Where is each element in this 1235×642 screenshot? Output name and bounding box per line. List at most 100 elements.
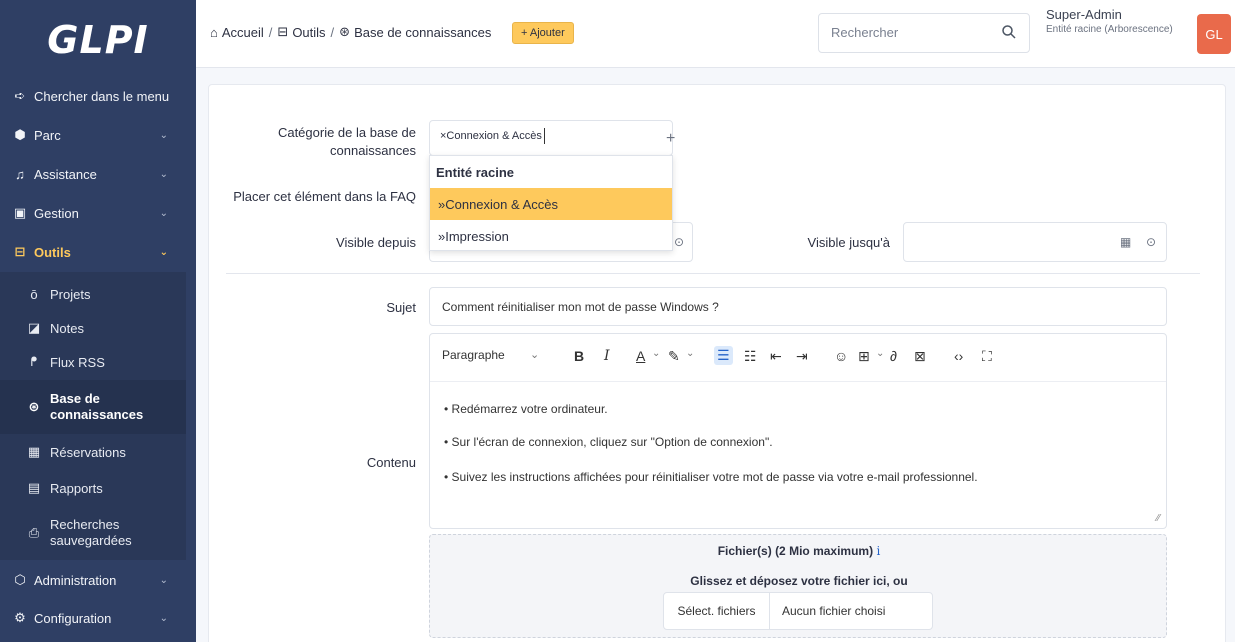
label-line-1: Base de	[50, 391, 100, 406]
category-tag[interactable]: ×Connexion & Accès	[440, 130, 542, 142]
add-button[interactable]: + Ajouter	[512, 22, 574, 44]
chevron-down-icon: ⌄	[159, 207, 168, 219]
sidebar-item-configuration[interactable]: ⚙ Configuration ⌄	[0, 600, 196, 636]
home-icon: ⌂	[210, 24, 218, 40]
sidebar-item-gestion[interactable]: ▣ Gestion ⌄	[0, 195, 196, 231]
sidebar-item-recherches-sauvegardees[interactable]: ⎙ Recherches sauvegardées	[0, 506, 186, 560]
sidebar-item-reservations[interactable]: ▦ Réservations	[0, 434, 186, 470]
breadcrumb-accueil[interactable]: Accueil	[222, 25, 264, 40]
format-select[interactable]: Paragraphe	[442, 348, 505, 362]
global-search	[818, 13, 1030, 53]
text-color-icon[interactable]: A	[636, 348, 645, 364]
visible-from-label: Visible depuis	[336, 235, 416, 250]
numbered-list-icon[interactable]: ☷	[744, 348, 757, 365]
gear-icon: ⚙	[14, 610, 26, 625]
file-dropzone[interactable]: Fichier(s) (2 Mio maximum) i Glissez et …	[429, 534, 1167, 638]
dropdown-group-header: Entité racine	[436, 165, 515, 180]
visible-until-label: Visible jusqu'à	[807, 235, 890, 250]
sidebar: GLPI ➪ Chercher dans le menu ⬢ Parc ⌄ ♫ …	[0, 0, 196, 642]
dropdown-option[interactable]: »Connexion & Accès	[430, 188, 672, 220]
chevron-down-icon: ⌄	[159, 612, 168, 624]
sidebar-item-base-de-connaissances[interactable]: ⊛ Base de connaissances	[0, 380, 186, 434]
report-icon: ▤	[27, 480, 41, 495]
sidebar-item-outils[interactable]: ⊟ Outils ⌄	[0, 234, 196, 270]
file-input: Sélect. fichiers Aucun fichier choisi	[663, 592, 933, 630]
breadcrumb-base-de-connaissances[interactable]: Base de connaissances	[354, 25, 491, 40]
chevron-down-icon[interactable]: ⌄	[876, 348, 884, 359]
sidebar-item-parc[interactable]: ⬢ Parc ⌄	[0, 117, 196, 153]
indent-icon[interactable]: ⇥	[796, 348, 808, 365]
outdent-icon[interactable]: ⇤	[770, 348, 782, 365]
bookmark-icon: ⎙	[28, 525, 40, 540]
sidebar-item-projets[interactable]: ō Projets	[0, 276, 186, 312]
add-category-icon[interactable]: +	[666, 130, 675, 148]
chevron-down-icon: ⌄	[159, 168, 168, 180]
breadcrumb-separator: /	[330, 24, 335, 40]
sidebar-item-label: Flux RSS	[50, 354, 105, 370]
bold-icon[interactable]: B	[574, 348, 584, 364]
lifebuoy-icon: ⊛	[339, 24, 351, 39]
link-icon[interactable]: ∂	[890, 348, 897, 364]
fullscreen-icon[interactable]: ⛶	[982, 348, 992, 365]
content-line[interactable]: • Redémarrez votre ordinateur.	[444, 402, 608, 416]
faq-label: Placer cet élément dans la FAQ	[233, 189, 416, 204]
search-input[interactable]	[831, 25, 991, 40]
sidebar-item-assistance[interactable]: ♫ Assistance ⌄	[0, 156, 196, 192]
chevron-down-icon[interactable]: ⌄	[530, 348, 539, 361]
user-name: Super-Admin	[1046, 7, 1122, 22]
sidebar-search-menu[interactable]: ➪ Chercher dans le menu	[0, 78, 196, 114]
label-line-2: sauvegardées	[50, 533, 132, 548]
divider	[226, 273, 1200, 274]
note-icon: ◪	[27, 320, 41, 335]
sidebar-item-flux-rss[interactable]: ᖰ Flux RSS	[0, 344, 186, 380]
sidebar-item-label: Configuration	[34, 610, 112, 626]
table-icon[interactable]: ⊞	[858, 348, 870, 365]
dropzone-text: Glissez et déposez votre fichier ici, ou	[690, 574, 908, 588]
user-menu[interactable]: Super-Admin Entité racine (Arborescence)	[1046, 7, 1173, 35]
glpi-logo[interactable]: GLPI	[0, 0, 196, 80]
resize-handle-icon[interactable]: ⁄⁄	[1157, 513, 1160, 524]
clear-icon[interactable]: ⊙	[674, 235, 684, 249]
select-files-button[interactable]: Sélect. fichiers	[664, 593, 770, 629]
chevron-down-icon[interactable]: ⌄	[686, 348, 694, 359]
subject-field[interactable]: Comment réinitialiser mon mot de passe W…	[429, 287, 1167, 326]
chevron-down-icon[interactable]: ⌄	[652, 348, 660, 359]
sidebar-item-label: Chercher dans le menu	[34, 88, 170, 104]
admin-icon: ⬡	[14, 572, 26, 587]
sidebar-item-label: Outils	[34, 244, 71, 260]
category-dropdown: Entité racine »Connexion & Accès »Impres…	[429, 155, 673, 251]
content-line[interactable]: • Suivez les instructions affichées pour…	[444, 470, 978, 484]
sidebar-item-notes[interactable]: ◪ Notes	[0, 310, 186, 346]
emoji-icon[interactable]: ☺	[834, 348, 848, 364]
code-icon[interactable]: ‹›	[954, 348, 963, 364]
search-icon[interactable]	[1001, 24, 1017, 43]
italic-icon[interactable]: I	[604, 348, 610, 364]
calendar-icon[interactable]: ▦	[1120, 235, 1131, 249]
sidebar-submenu-outils: ō Projets ◪ Notes ᖰ Flux RSS ⊛ Base de c…	[0, 272, 186, 560]
content-line[interactable]: • Sur l'écran de connexion, cliquez sur …	[444, 435, 773, 449]
label-line-2: connaissances	[50, 407, 144, 422]
sidebar-item-administration[interactable]: ⬡ Administration ⌄	[0, 562, 196, 598]
highlight-icon[interactable]: ✎	[668, 348, 680, 365]
sidebar-item-label: Notes	[50, 320, 84, 336]
breadcrumb-outils[interactable]: Outils	[292, 25, 325, 40]
chevron-down-icon: ⌄	[159, 574, 168, 586]
info-icon[interactable]: i	[876, 544, 880, 558]
briefcase-icon: ⊟	[277, 24, 289, 39]
clear-icon[interactable]: ⊙	[1146, 235, 1156, 249]
category-select[interactable]: ×Connexion & Accès	[429, 120, 673, 156]
category-label: Catégorie de la base de connaissances	[230, 124, 416, 160]
no-file-text: Aucun fichier choisi	[782, 604, 886, 618]
arrow-right-icon: ➪	[14, 88, 26, 103]
bullet-list-icon[interactable]: ☰	[714, 346, 733, 365]
avatar[interactable]: GL	[1197, 14, 1231, 54]
user-entity: Entité racine (Arborescence)	[1046, 24, 1173, 35]
image-icon[interactable]: ⊠	[914, 348, 926, 365]
sidebar-item-rapports[interactable]: ▤ Rapports	[0, 470, 186, 506]
chevron-down-icon: ⌄	[159, 246, 168, 258]
label-line-2: connaissances	[330, 143, 416, 158]
breadcrumb: ⌂ Accueil / ⊟ Outils / ⊛ Base de connais…	[210, 24, 491, 40]
dropdown-option[interactable]: »Impression	[430, 220, 672, 252]
upload-title: Fichier(s) (2 Mio maximum) i	[430, 544, 1168, 558]
briefcase-icon: ⊟	[14, 244, 26, 259]
